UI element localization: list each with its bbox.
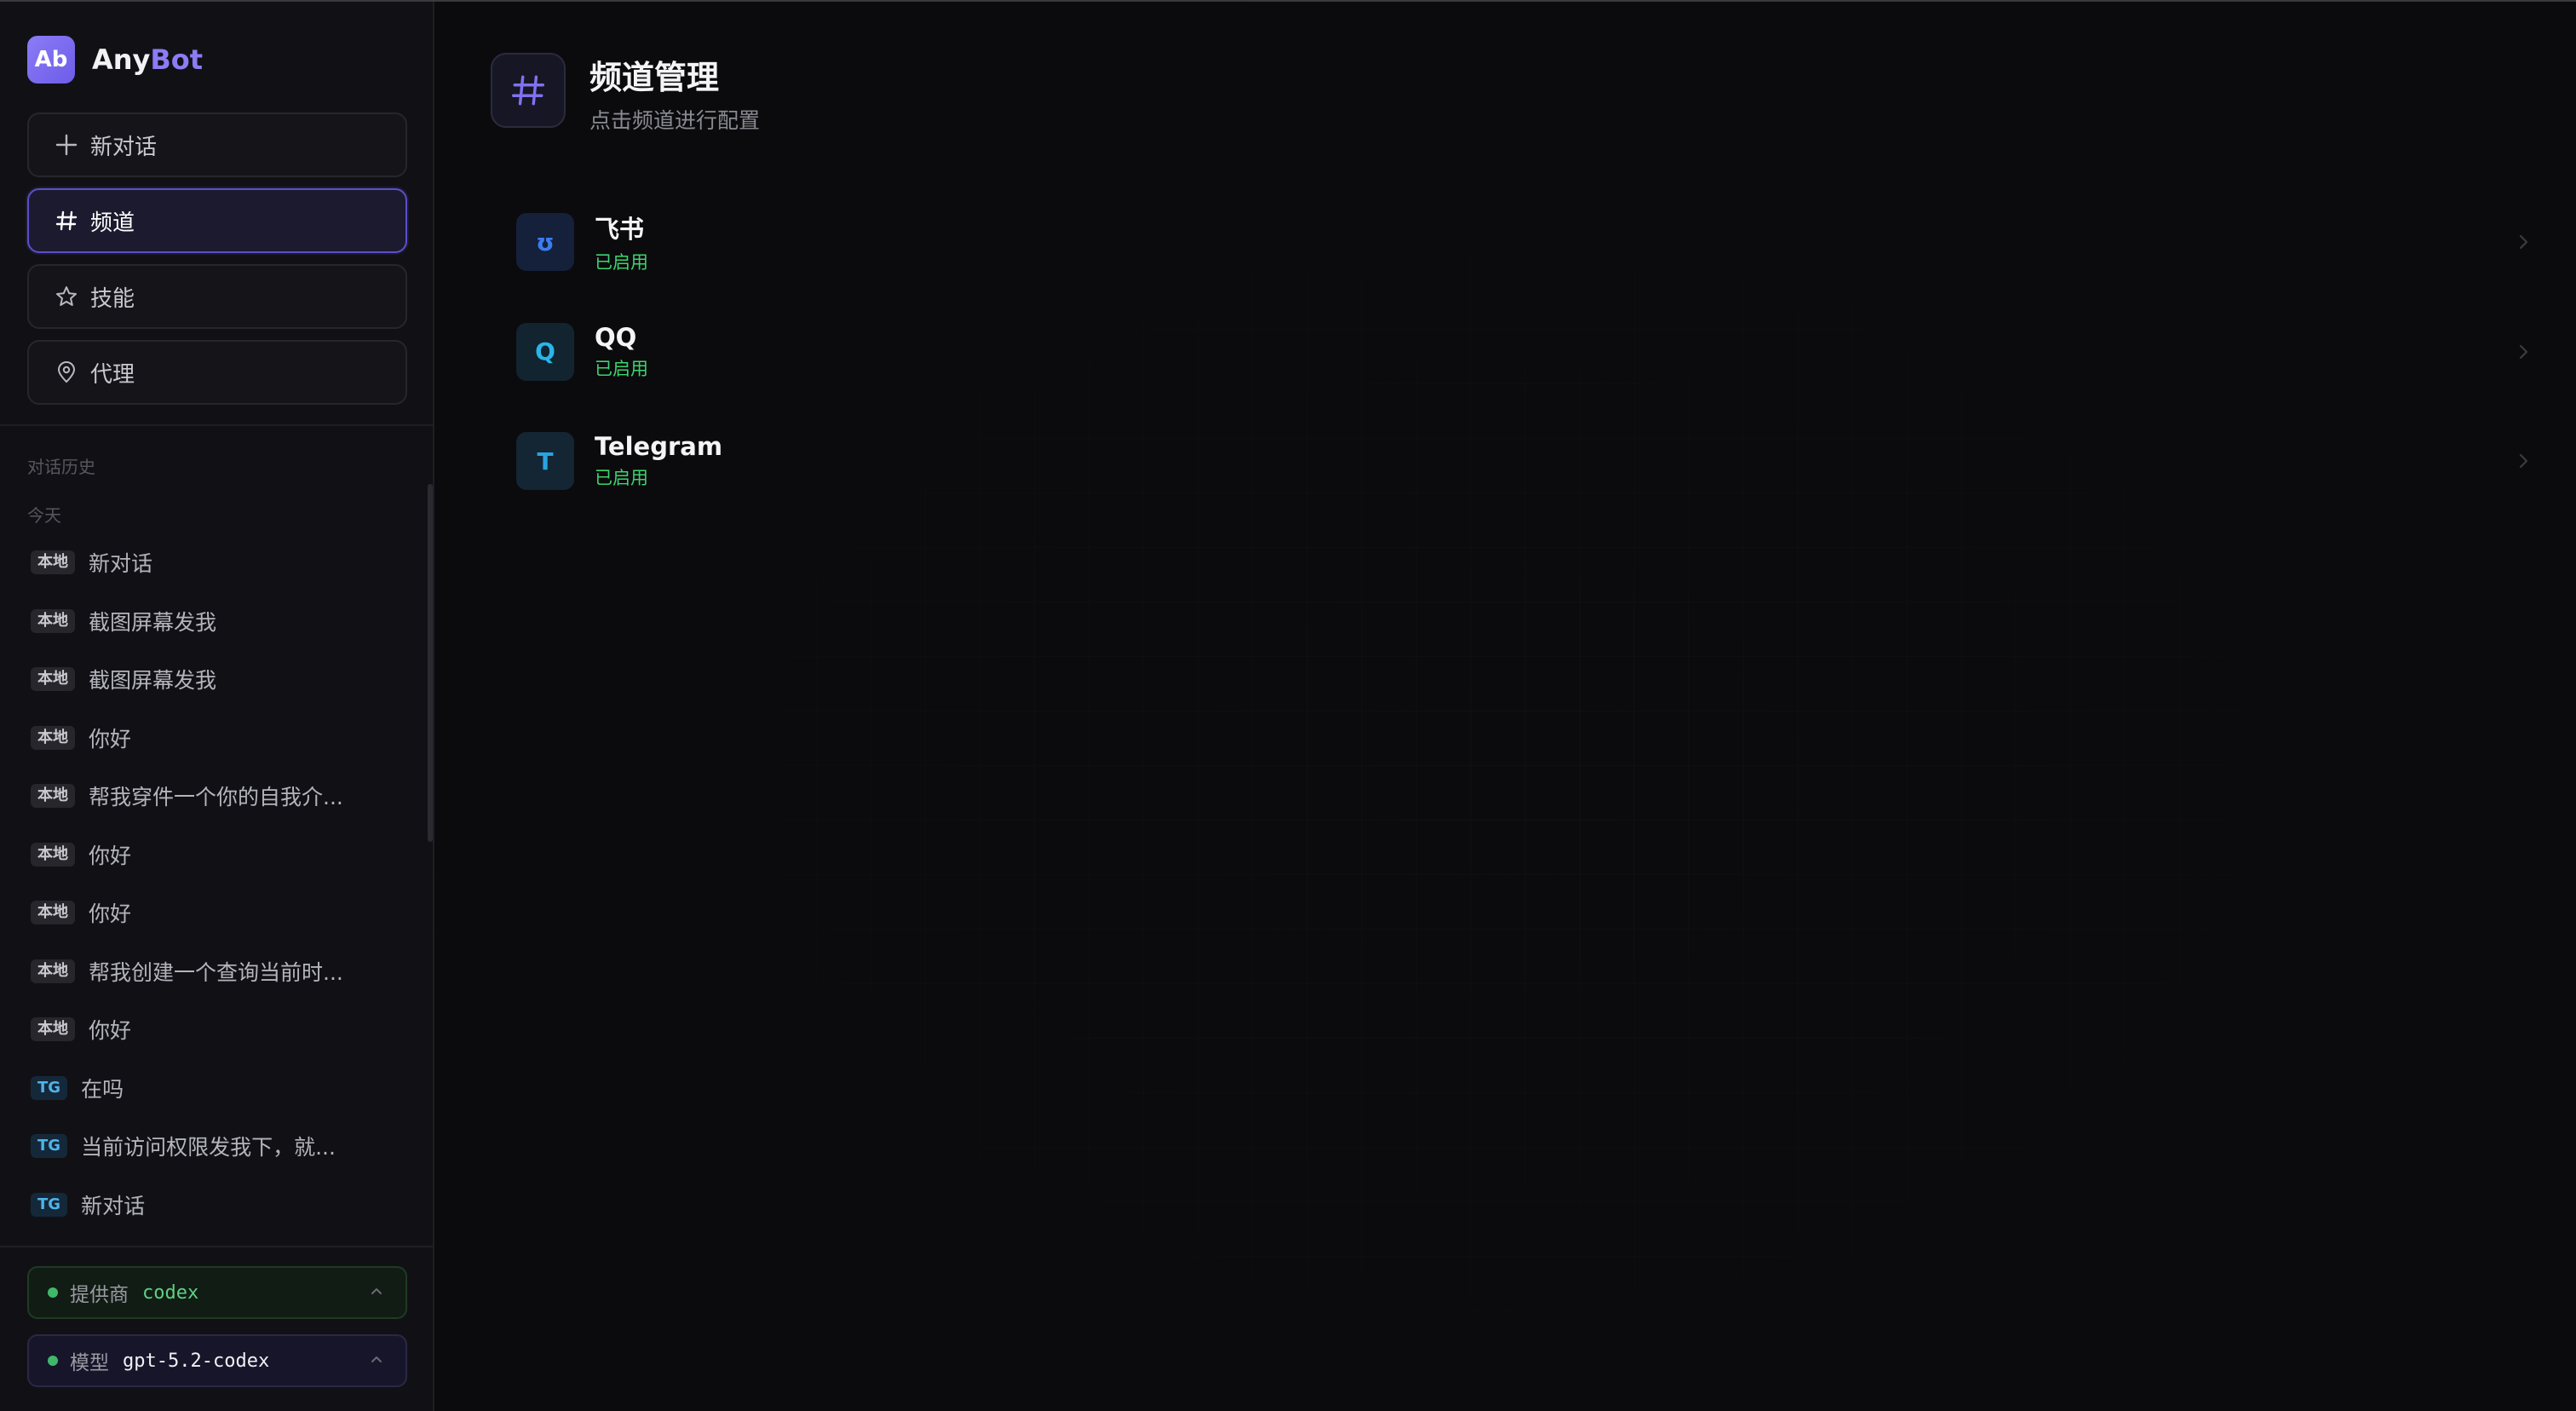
source-badge: 本地 — [31, 725, 75, 750]
chevron-up-icon — [366, 1350, 387, 1370]
list-item[interactable]: 本地 你好 — [31, 884, 414, 942]
list-item[interactable]: 本地 截图屏幕发我 — [31, 592, 414, 651]
source-badge: 本地 — [31, 1017, 75, 1042]
main-content: 频道管理 点击频道进行配置 ʊ 飞书 已启用 Q QQ 已启用 T Telegr… — [434, 2, 2576, 1411]
list-item[interactable]: TG 新对话 — [31, 1176, 414, 1235]
list-item[interactable]: 本地 你好 — [31, 826, 414, 884]
model-status-dot — [48, 1356, 58, 1366]
channel-status: 已启用 — [595, 252, 648, 274]
channel-name: Telegram — [595, 432, 723, 462]
source-badge: 本地 — [31, 667, 75, 692]
chevron-right-icon — [2511, 340, 2535, 364]
channel-status: 已启用 — [595, 358, 648, 379]
page-title: 频道管理 — [589, 59, 720, 96]
sidebar-item-agents[interactable]: 代理 — [27, 340, 407, 405]
chevron-right-icon — [2511, 230, 2535, 254]
new-chat-button[interactable]: 新对话 — [27, 112, 407, 177]
plus-icon — [53, 131, 80, 158]
list-item[interactable]: 本地 你好 — [31, 1000, 414, 1059]
list-item-label: 新对话 — [81, 1193, 146, 1218]
sidebar-item-channels-label: 频道 — [90, 210, 135, 236]
sidebar-item-skills[interactable]: 技能 — [27, 264, 407, 329]
provider-label: 提供商 — [70, 1284, 129, 1306]
model-value: gpt-5.2-codex — [123, 1350, 270, 1372]
channel-list: ʊ 飞书 已启用 Q QQ 已启用 T Telegram 已启用 — [516, 187, 2535, 516]
source-badge: TG — [31, 1134, 68, 1159]
source-badge: TG — [31, 1192, 68, 1217]
brand-name: AnyBot — [92, 43, 203, 76]
source-badge: TG — [31, 1075, 68, 1100]
page-subtitle: 点击频道进行配置 — [589, 108, 761, 133]
list-item-label: 你好 — [89, 726, 132, 752]
page-hash-icon — [491, 53, 566, 128]
list-item-label: 截图屏幕发我 — [89, 609, 217, 635]
brand[interactable]: Ab AnyBot — [27, 36, 203, 84]
source-badge: 本地 — [31, 784, 75, 809]
history-title: 对话历史 — [27, 457, 95, 477]
source-badge: 本地 — [31, 842, 75, 867]
model-label: 模型 — [70, 1352, 109, 1374]
model-selector[interactable]: 模型 gpt-5.2-codex — [27, 1334, 407, 1387]
provider-selector[interactable]: 提供商 codex — [27, 1266, 407, 1319]
list-item-label: 截图屏幕发我 — [89, 668, 217, 694]
list-item[interactable]: 本地 帮我创建一个查询当前时... — [31, 942, 414, 1001]
list-item[interactable]: 本地 你好 — [31, 709, 414, 768]
sidebar-item-channels[interactable]: 频道 — [27, 188, 407, 253]
feishu-icon: ʊ — [516, 213, 574, 272]
history-list: 本地 新对话 本地 截图屏幕发我 本地 截图屏幕发我 本地 你好 本地 帮我穿件一个你的自… — [31, 533, 414, 1234]
list-item-label: 帮我创建一个查询当前时... — [89, 959, 343, 985]
source-badge: 本地 — [31, 901, 75, 925]
hash-icon — [53, 207, 80, 234]
brand-name-part2: Bot — [150, 43, 204, 76]
brand-name-part1: Any — [92, 43, 151, 76]
history-scrollbar[interactable] — [428, 484, 433, 842]
provider-value: codex — [142, 1281, 199, 1304]
provider-status-dot — [48, 1287, 58, 1298]
source-badge: 本地 — [31, 608, 75, 633]
list-item-label: 你好 — [89, 843, 132, 868]
list-item-label: 在吗 — [81, 1076, 124, 1102]
list-item-label: 新对话 — [89, 551, 153, 577]
sidebar-item-agents-label: 代理 — [90, 361, 135, 388]
star-icon — [53, 283, 80, 310]
qq-icon: Q — [516, 322, 574, 381]
history-group-today: 今天 — [27, 505, 61, 526]
telegram-icon: T — [516, 432, 574, 491]
sidebar-bottom-divider — [0, 1246, 433, 1247]
sidebar: Ab AnyBot 新对话 频道 技能 代理 对话历史 今天 本地 新对话 本地… — [0, 2, 434, 1411]
new-chat-label: 新对话 — [90, 134, 158, 160]
sidebar-item-skills-label: 技能 — [90, 285, 135, 312]
list-item[interactable]: 本地 新对话 — [31, 533, 414, 592]
chevron-right-icon — [2511, 449, 2535, 473]
list-item-label: 当前访问权限发我下，就... — [81, 1135, 336, 1160]
chevron-up-icon — [366, 1281, 387, 1302]
brand-logo: Ab — [27, 36, 75, 84]
list-item-label: 帮我穿件一个你的自我介... — [89, 785, 343, 810]
list-item-label: 你好 — [89, 901, 132, 927]
list-item[interactable]: 本地 帮我穿件一个你的自我介... — [31, 767, 414, 826]
channel-name: 飞书 — [595, 215, 645, 245]
channel-row-qq[interactable]: Q QQ 已启用 — [516, 297, 2535, 407]
sidebar-divider — [0, 424, 433, 426]
channel-status: 已启用 — [595, 468, 648, 489]
list-item-label: 你好 — [89, 1018, 132, 1044]
sidebar-nav: 新对话 频道 技能 代理 — [27, 112, 407, 416]
channel-row-feishu[interactable]: ʊ 飞书 已启用 — [516, 187, 2535, 297]
location-pin-icon — [53, 359, 80, 386]
source-badge: 本地 — [31, 959, 75, 983]
channel-row-telegram[interactable]: T Telegram 已启用 — [516, 406, 2535, 516]
list-item[interactable]: 本地 截图屏幕发我 — [31, 650, 414, 709]
list-item[interactable]: TG 当前访问权限发我下，就... — [31, 1117, 414, 1176]
channel-name: QQ — [595, 322, 637, 352]
source-badge: 本地 — [31, 550, 75, 575]
list-item[interactable]: TG 在吗 — [31, 1059, 414, 1118]
